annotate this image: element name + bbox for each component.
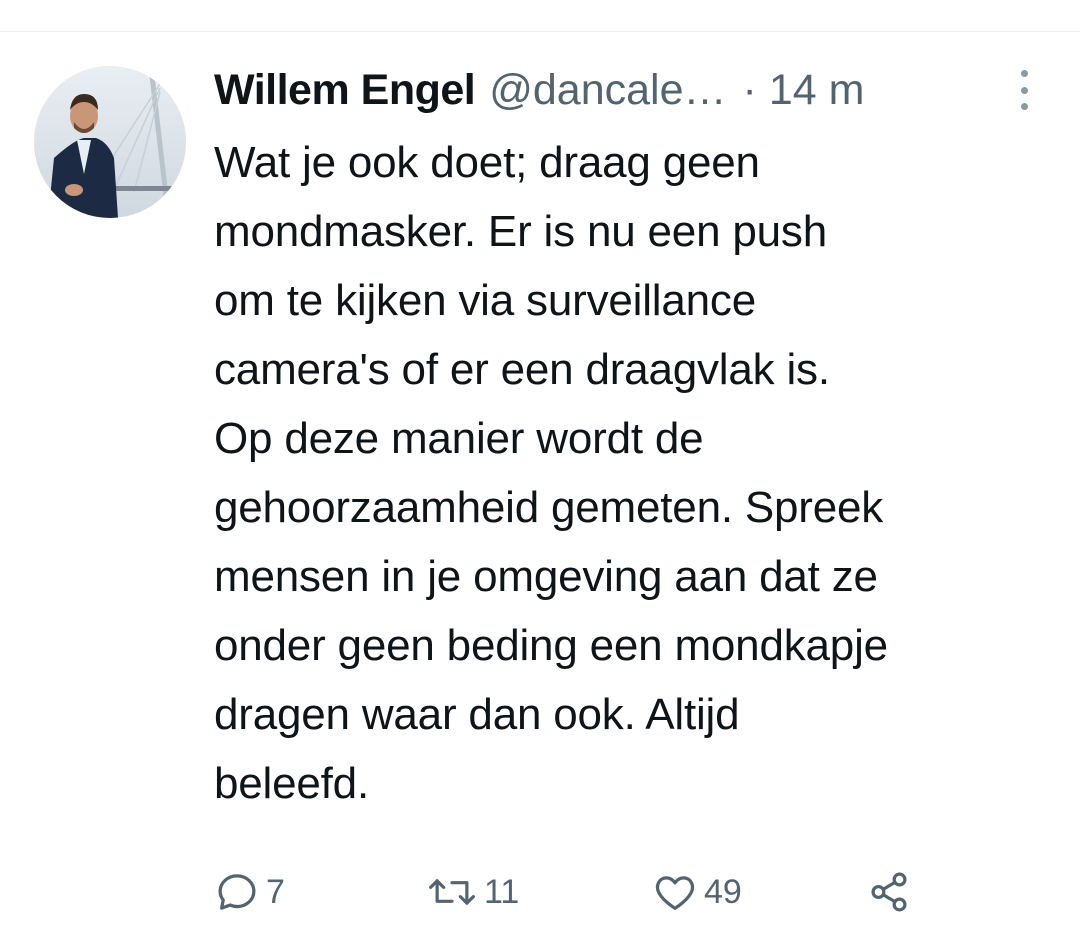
more-dot [1020, 86, 1028, 94]
avatar-photo [34, 66, 186, 218]
reply-icon [218, 874, 256, 910]
separator-dot: · [742, 65, 757, 114]
retweet-count: 11 [484, 872, 520, 911]
reply-button[interactable]: 7 [214, 864, 285, 920]
like-count: 49 [704, 872, 742, 911]
top-divider [0, 31, 1080, 32]
avatar[interactable] [34, 66, 186, 218]
more-options-icon[interactable] [1012, 70, 1036, 110]
tweet-header: Willem Engel @dancale… · 14 m [214, 60, 1044, 120]
author-handle[interactable]: @dancale… [489, 66, 726, 115]
retweet-icon [429, 879, 475, 905]
author-display-name[interactable]: Willem Engel [214, 66, 476, 115]
heart-icon [655, 876, 695, 910]
retweet-button[interactable]: 11 [426, 864, 519, 920]
tweet-timestamp[interactable]: 14 m [769, 66, 865, 115]
tweet-actions: 7 11 49 [214, 864, 974, 920]
tweet-text: Wat je ook doet; draag geen mondmasker. … [214, 138, 888, 808]
share-button[interactable] [866, 864, 912, 920]
more-dot [1020, 70, 1028, 77]
like-button[interactable]: 49 [652, 864, 742, 920]
reply-count: 7 [266, 872, 285, 911]
more-dot [1020, 103, 1028, 110]
share-icon [871, 872, 907, 912]
